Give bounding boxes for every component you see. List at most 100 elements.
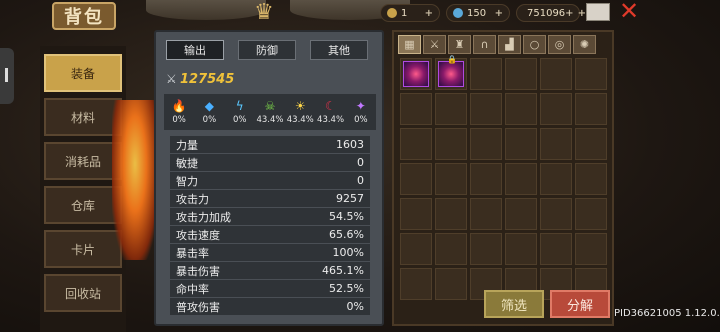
stat-row: 暴击率 100% [170, 244, 370, 261]
inventory-slot[interactable] [540, 93, 572, 125]
side-drawer-handle[interactable] [0, 48, 14, 104]
gear-icon[interactable]: ✺ [573, 35, 596, 54]
inventory-slot[interactable] [505, 198, 537, 230]
inventory-slot[interactable] [505, 58, 537, 90]
resource-ticket[interactable]: 1 + [380, 4, 440, 22]
tab-other[interactable]: 其他 [310, 40, 368, 60]
nav-consumables[interactable]: 消耗品 [44, 142, 122, 180]
inventory-slot[interactable] [575, 128, 607, 160]
sword-icon[interactable]: ⚔ [423, 35, 446, 54]
inventory-slot[interactable] [540, 233, 572, 265]
inventory-panel: ▦ ⚔ ♜ ∩ ▟ ○ ◎ ✺ 🔒 [392, 30, 614, 326]
element-dark-moon: ☾ 43.4% [315, 94, 345, 130]
nav-recycle-bin[interactable]: 回收站 [44, 274, 122, 312]
gauntlet-item-icon[interactable] [403, 61, 429, 87]
inventory-slot[interactable] [575, 233, 607, 265]
inventory-slot[interactable] [400, 93, 432, 125]
inventory-slot[interactable] [400, 233, 432, 265]
lock-icon: 🔒 [447, 55, 457, 64]
inventory-slot[interactable] [400, 163, 432, 195]
inventory-slot[interactable] [470, 128, 502, 160]
stats-panel: 输出 防御 其他 ⚔ 127545 🔥 0% ◆ 0% ϟ 0% ☠ 43.4% ☀ 43.4% ☾… [154, 30, 384, 326]
resource-coin[interactable]: 751096+ + [516, 4, 586, 22]
inventory-slot[interactable] [400, 198, 432, 230]
inventory-slot[interactable] [540, 198, 572, 230]
ring-icon[interactable]: ○ [523, 35, 546, 54]
inventory-slot[interactable] [575, 93, 607, 125]
stat-row: 攻击速度 65.6% [170, 226, 370, 243]
inventory-slot[interactable] [540, 58, 572, 90]
inventory-slot[interactable] [470, 93, 502, 125]
grid-icon[interactable]: ▦ [398, 35, 421, 54]
stat-label: 普攻伤害 [176, 300, 220, 314]
inventory-slot[interactable] [435, 198, 467, 230]
inventory-slot[interactable] [400, 58, 432, 90]
stat-label: 攻击力 [176, 192, 209, 206]
inventory-slot[interactable] [435, 128, 467, 160]
nav-warehouse[interactable]: 仓库 [44, 186, 122, 224]
inventory-slot[interactable] [470, 163, 502, 195]
inventory-slot[interactable] [400, 268, 432, 300]
inventory-slot[interactable] [435, 268, 467, 300]
add-gem-button[interactable]: + [495, 8, 503, 19]
ice-icon: ◆ [204, 99, 215, 113]
stat-label: 攻击力加成 [176, 210, 231, 224]
resource-gem[interactable]: 150 + [446, 4, 510, 22]
helmet-icon[interactable]: ∩ [473, 35, 496, 54]
inventory-slot[interactable] [435, 93, 467, 125]
element-light-sun: ☀ 43.4% [285, 94, 315, 130]
inventory-slot[interactable] [505, 93, 537, 125]
inventory-slot[interactable] [575, 58, 607, 90]
inventory-slot[interactable] [470, 233, 502, 265]
gem-icon [453, 8, 463, 18]
light-sun-icon: ☀ [294, 99, 306, 113]
stat-value: 65.6% [329, 228, 364, 241]
mail-icon[interactable] [586, 3, 610, 21]
inventory-categories: ▦ ⚔ ♜ ∩ ▟ ○ ◎ ✺ [398, 35, 596, 54]
amulet-icon[interactable]: ◎ [548, 35, 571, 54]
stat-label: 敏捷 [176, 156, 198, 170]
stat-value: 52.5% [329, 282, 364, 295]
add-coin-button[interactable]: + [578, 8, 586, 19]
stat-row: 普攻伤害 0% [170, 298, 370, 315]
close-icon[interactable]: ✕ [618, 0, 640, 23]
tab-defense[interactable]: 防御 [238, 40, 296, 60]
lightning-icon: ϟ [235, 99, 244, 113]
boots-icon[interactable]: ▟ [498, 35, 521, 54]
stat-value: 0 [357, 174, 364, 187]
inventory-slot[interactable] [435, 233, 467, 265]
inventory-slot[interactable] [540, 128, 572, 160]
nav-equipment[interactable]: 装备 [44, 54, 122, 92]
inventory-slot[interactable] [505, 128, 537, 160]
inventory-slot[interactable] [505, 163, 537, 195]
inventory-slot[interactable] [470, 198, 502, 230]
stat-value: 0% [346, 300, 364, 313]
stat-label: 暴击率 [176, 246, 209, 260]
gauntlet-item-icon[interactable] [438, 61, 464, 87]
stat-row: 力量 1603 [170, 136, 370, 153]
game-screen: 背包 ♛ 1 + 150 + 751096+ + ✕ 装备 材料 消耗品 仓库 … [0, 0, 720, 332]
stat-value: 9257 [336, 192, 364, 205]
inventory-slot[interactable] [505, 233, 537, 265]
ticket-icon [387, 8, 397, 18]
add-ticket-button[interactable]: + [425, 8, 433, 19]
inventory-slot[interactable] [540, 163, 572, 195]
poison-skull-icon: ☠ [264, 99, 276, 113]
top-bar: 背包 ♛ 1 + 150 + 751096+ + ✕ [0, 0, 720, 30]
inventory-slot[interactable]: 🔒 [435, 55, 467, 90]
filter-button[interactable]: 筛选 [484, 290, 544, 318]
inventory-slot[interactable] [470, 58, 502, 90]
nav-materials[interactable]: 材料 [44, 98, 122, 136]
resource-gem-value: 150 [467, 7, 487, 19]
tab-output[interactable]: 输出 [166, 40, 224, 60]
nav-cards[interactable]: 卡片 [44, 230, 122, 268]
armor-icon[interactable]: ♜ [448, 35, 471, 54]
inventory-slot[interactable] [575, 163, 607, 195]
inventory-slot[interactable] [400, 128, 432, 160]
inventory-grid: 🔒 [400, 55, 607, 300]
element-arcane: ✦ 0% [346, 94, 376, 130]
inventory-slot[interactable] [575, 198, 607, 230]
decompose-button[interactable]: 分解 [550, 290, 610, 318]
fire-icon: 🔥 [171, 99, 187, 113]
inventory-slot[interactable] [435, 163, 467, 195]
